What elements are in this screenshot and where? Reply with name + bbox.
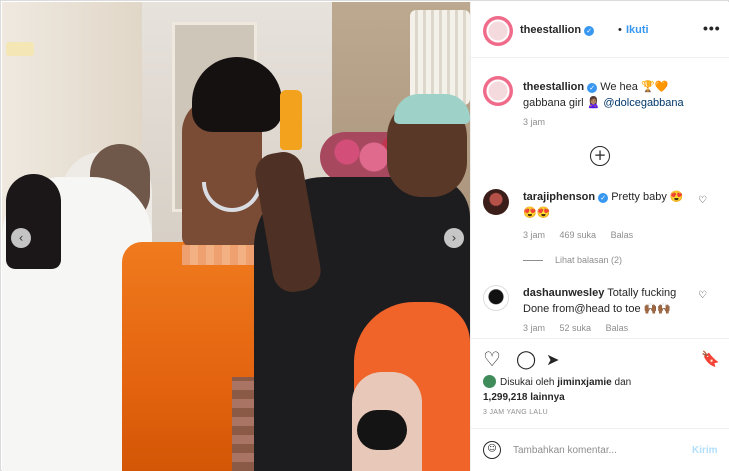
- caption-author-avatar[interactable]: [483, 76, 513, 106]
- like-heart-icon[interactable]: ♡: [483, 347, 501, 371]
- header-separator: •: [618, 24, 622, 36]
- commenter-avatar[interactable]: [483, 189, 509, 215]
- bookmark-icon[interactable]: 🔖: [701, 350, 720, 368]
- caption-body-line2: gabbana girl 🙎🏽‍♀️: [523, 97, 604, 109]
- liked-by-summary: Disukai oleh jiminxjamie dan 1,299,218 l…: [483, 375, 723, 405]
- load-more-comments-button[interactable]: +: [590, 146, 610, 166]
- photo-chandelier: [410, 10, 470, 105]
- caption-timestamp[interactable]: 3 jam: [523, 117, 545, 127]
- post-photo[interactable]: ‹ ›: [2, 2, 470, 471]
- photo-person-left-hair: [6, 174, 61, 269]
- comment-body: Totally fucking: [607, 287, 677, 299]
- more-options-button[interactable]: •••: [703, 20, 721, 36]
- reply-button[interactable]: Balas: [611, 230, 634, 240]
- photo-face-mask: [357, 410, 407, 450]
- comment-timestamp[interactable]: 3 jam: [523, 230, 545, 240]
- commenter-username[interactable]: tarajiphenson: [523, 191, 595, 203]
- verified-badge-icon: ✓: [584, 26, 595, 36]
- view-replies-button[interactable]: Lihat balasan (2): [523, 255, 622, 265]
- commenter-avatar[interactable]: [483, 285, 509, 311]
- verified-badge-icon: ✓: [598, 193, 609, 203]
- caption-body: We hea 🏆🧡: [600, 81, 669, 93]
- comment-bubble-icon[interactable]: ◯: [516, 349, 536, 370]
- liked-by-user[interactable]: jiminxjamie: [557, 377, 611, 388]
- replies-divider-line: [523, 260, 543, 262]
- author-username-text: theestallion: [520, 24, 582, 36]
- comment-text: dashaunwesley Totally fucking Done from@…: [523, 285, 701, 317]
- reply-button[interactable]: Balas: [606, 323, 629, 333]
- view-replies-label: Lihat balasan (2): [555, 255, 623, 265]
- chevron-left-icon: ‹: [18, 231, 24, 245]
- comment-body: Pretty baby 😍: [611, 191, 684, 203]
- comment-text: tarajiphenson ✓ Pretty baby 😍 😍😍: [523, 189, 701, 221]
- comment-input[interactable]: [513, 441, 683, 459]
- caption-text: theestallion ✓ We hea 🏆🧡 gabbana girl 🙎🏽‍…: [523, 79, 723, 111]
- comment-body-line2: Done from@head to toe 🙌🏾🙌🏾: [523, 303, 672, 315]
- post-timestamp[interactable]: 3 JAM YANG LALU: [483, 409, 548, 416]
- comment-like-count[interactable]: 52 suka: [560, 323, 592, 333]
- like-count[interactable]: 1,299,218 lainnya: [483, 392, 565, 403]
- photo-man-hair: [394, 94, 470, 124]
- author-username[interactable]: theestallion ✓: [520, 24, 595, 36]
- photo-pixelated-area: [182, 245, 257, 265]
- author-avatar[interactable]: [483, 16, 513, 46]
- post-comment-button[interactable]: Kirim: [692, 445, 718, 456]
- comment-meta: 3 jam 469 suka Balas: [523, 230, 645, 240]
- comment-body-line2: 😍😍: [523, 207, 551, 219]
- like-comment-heart-icon[interactable]: ♡: [698, 290, 707, 301]
- post-actions: ♡ ◯ ➤ 🔖 Disukai oleh jiminxjamie dan 1,2…: [471, 338, 729, 428]
- comment-timestamp[interactable]: 3 jam: [523, 323, 545, 333]
- post-frame: ‹ › theestallion ✓ • Ikuti ••• theestalli…: [0, 0, 729, 471]
- share-send-icon[interactable]: ➤: [546, 350, 559, 369]
- like-comment-heart-icon[interactable]: ♡: [698, 195, 707, 206]
- caption-username[interactable]: theestallion: [523, 81, 584, 93]
- photo-wall-lamp: [6, 42, 34, 56]
- comment-composer: ☺ Kirim: [471, 428, 729, 471]
- next-photo-button[interactable]: ›: [444, 228, 464, 248]
- follow-button[interactable]: Ikuti: [626, 24, 649, 36]
- verified-badge-icon: ✓: [587, 83, 598, 93]
- emoji-picker-button[interactable]: ☺: [483, 441, 501, 459]
- liked-by-suffix: dan: [611, 377, 632, 388]
- post-side-panel: theestallion ✓ • Ikuti ••• theestallion ✓ …: [470, 2, 729, 471]
- plus-circle-icon: +: [593, 146, 607, 164]
- caption-mention-link[interactable]: @dolcegabbana: [603, 97, 683, 109]
- post-header: theestallion ✓ • Ikuti •••: [471, 2, 729, 58]
- liker-avatar[interactable]: [483, 375, 496, 388]
- prev-photo-button[interactable]: ‹: [11, 228, 31, 248]
- chevron-right-icon: ›: [451, 231, 457, 245]
- comment-meta: 3 jam 52 suka Balas: [523, 323, 640, 333]
- photo-woman-center-hair: [192, 57, 282, 132]
- photo-spray-bottle: [280, 90, 302, 150]
- smiley-icon: ☺: [487, 444, 497, 454]
- comment-like-count[interactable]: 469 suka: [560, 230, 597, 240]
- liked-by-prefix: Disukai oleh: [500, 377, 558, 388]
- commenter-username[interactable]: dashaunwesley: [523, 287, 604, 299]
